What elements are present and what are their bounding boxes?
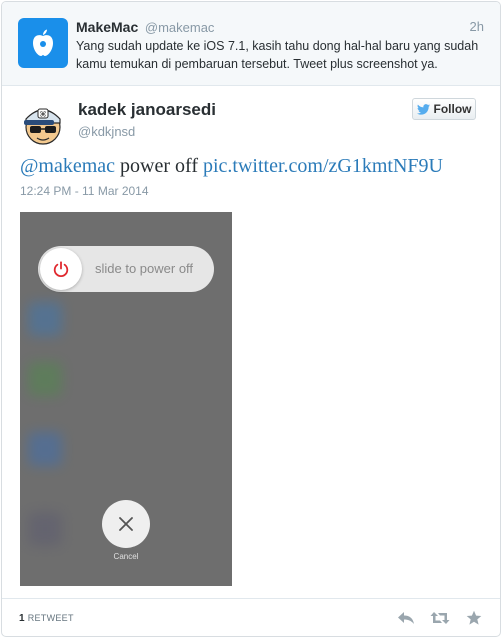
author-handle[interactable]: @kdkjnsd: [78, 124, 135, 139]
reply-to-header: MakeMac @makemac: [76, 19, 486, 36]
tweet-photo[interactable]: slide to power off Cancel: [20, 212, 232, 586]
apple-logo-icon: [33, 29, 53, 56]
blurred-icon-blob: [28, 302, 62, 336]
reply-to-time[interactable]: 2h: [470, 19, 484, 34]
tweet-body-text: power off: [115, 155, 203, 177]
author-name[interactable]: kadek janoarsedi: [78, 100, 216, 120]
blurred-icon-blob: [28, 362, 62, 396]
makemac-avatar[interactable]: [18, 18, 68, 68]
cancel-label: Cancel: [113, 552, 139, 561]
blurred-icon-blob: [28, 512, 62, 546]
reply-button[interactable]: [396, 609, 416, 627]
reply-icon: [398, 612, 414, 624]
follow-button[interactable]: Follow: [412, 98, 476, 120]
close-icon: [119, 517, 133, 531]
svg-text:⌘: ⌘: [40, 111, 47, 119]
cancel-circle: [102, 500, 150, 548]
in-reply-to-tweet[interactable]: MakeMac @makemac 2h Yang sudah update ke…: [2, 2, 500, 86]
slide-to-power-off-label: slide to power off: [95, 261, 194, 276]
tweet-embed-card: MakeMac @makemac 2h Yang sudah update ke…: [1, 1, 501, 637]
follow-label: Follow: [433, 102, 472, 116]
author-avatar[interactable]: ⌘: [18, 99, 68, 149]
reply-to-name[interactable]: MakeMac: [76, 19, 138, 35]
power-off-slider: slide to power off: [38, 246, 214, 292]
tweet-timestamp[interactable]: 12:24 PM - 11 Mar 2014: [20, 184, 149, 198]
pic-link[interactable]: pic.twitter.com/zG1kmtNF9U: [203, 155, 443, 177]
retweet-count: 1: [19, 613, 25, 624]
blurred-icon-blob: [28, 432, 62, 466]
retweet-button[interactable]: [430, 609, 450, 627]
power-icon: [53, 261, 69, 278]
favorite-button[interactable]: [464, 609, 484, 627]
favorite-icon: [466, 610, 482, 625]
reply-to-text: Yang sudah update ke iOS 7.1, kasih tahu…: [76, 39, 479, 71]
mention-link[interactable]: @makemac: [20, 155, 115, 177]
power-knob: [40, 248, 82, 290]
retweet-stats[interactable]: 1 RETWEET: [19, 613, 74, 624]
cartoon-avatar-icon: ⌘: [24, 108, 61, 145]
retweet-icon: [430, 612, 450, 624]
reply-to-handle[interactable]: @makemac: [145, 20, 215, 35]
retweet-count-label: RETWEET: [27, 613, 74, 623]
tweet-footer: 1 RETWEET: [2, 598, 500, 636]
tweet-text: @makemac power off pic.twitter.com/zG1km…: [20, 154, 490, 178]
twitter-bird-icon: [416, 103, 430, 115]
tweet-actions: [396, 609, 484, 627]
